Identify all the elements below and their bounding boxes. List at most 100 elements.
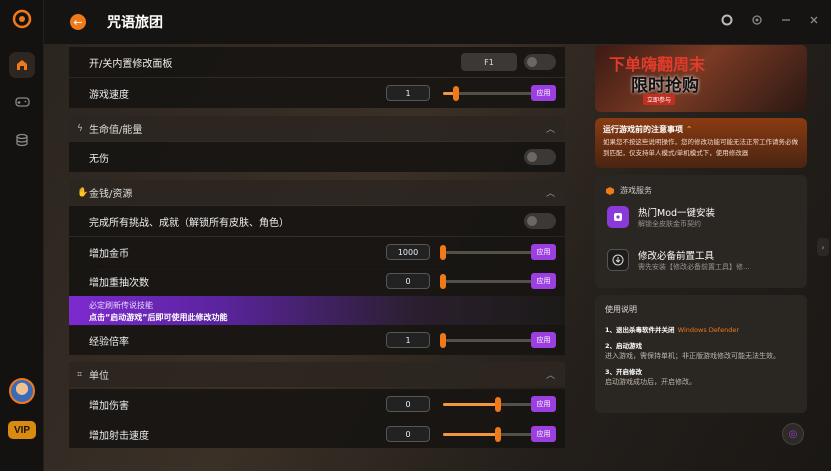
usage-step-3: 3、开启修改 启动游戏成功后，开启修改。 — [605, 368, 696, 386]
row-label: 游戏速度 — [89, 89, 129, 101]
vip-badge[interactable]: VIP — [8, 421, 36, 439]
toggle-switch[interactable] — [524, 54, 556, 70]
service-item-tools[interactable]: 修改必备前置工具 需先安装【修改必备前置工具】修... — [607, 246, 797, 276]
row-add-fire-rate: 增加射击速度 0 应用 — [69, 419, 565, 448]
gamepad-icon — [14, 97, 30, 107]
support-headset-button[interactable]: ◎ — [782, 423, 804, 445]
hotkey-button[interactable]: F1 — [461, 53, 517, 71]
windows-defender-link[interactable]: Windows Defender — [678, 326, 739, 334]
game-services-card: 游戏服务 热门Mod一键安装 解锁全皮肤金币契约 修改必备前置工具 需先安装【修… — [595, 175, 807, 288]
apply-button[interactable]: 应用 — [531, 396, 556, 412]
download-icon — [607, 249, 629, 271]
value-input[interactable]: 0 — [386, 396, 430, 412]
slider-handle[interactable] — [453, 86, 460, 101]
row-label: 开/关内置修改面板 — [89, 58, 173, 70]
database-icon — [16, 133, 28, 147]
chevron-up-icon[interactable]: ︿ — [546, 368, 555, 381]
sidebar-storage-button[interactable] — [9, 127, 35, 153]
apply-button[interactable]: 应用 — [531, 332, 556, 348]
minimize-icon[interactable] — [781, 15, 791, 25]
toggle-switch[interactable] — [524, 149, 556, 165]
back-button[interactable]: ← — [70, 14, 86, 30]
row-game-speed: 游戏速度 1 应用 — [69, 78, 565, 108]
arrow-left-icon: ← — [73, 15, 83, 29]
apply-button[interactable]: 应用 — [531, 426, 556, 442]
row-complete-all: 完成所有挑战、成就（解锁所有皮肤、角色） — [69, 206, 565, 236]
section-title: 生命值/能量 — [89, 125, 143, 136]
chevron-up-icon[interactable]: ︿ — [546, 122, 555, 135]
notice-title: 运行游戏前的注意事项 ⌃ — [603, 125, 693, 134]
section-title: 单位 — [89, 371, 109, 382]
row-add-gold: 增加金币 1000 应用 — [69, 237, 565, 267]
notice-card: 运行游戏前的注意事项 ⌃ 如果您不按这些说明操作，您的修改功能可能无法正常工作请… — [595, 118, 807, 168]
notice-body: 如果您不按这些说明操作，您的修改功能可能无法正常工作请务必做到匹配，仅支持单人模… — [603, 138, 798, 157]
promo-line-1: 必定刷新传说技能 — [89, 301, 153, 310]
window-controls — [721, 14, 819, 26]
usage-guide-card: 使用说明 1、退出杀毒软件并关闭 Windows Defender 2、启动游戏… — [595, 295, 807, 413]
apply-button[interactable]: 应用 — [531, 85, 556, 101]
mod-icon — [607, 206, 629, 228]
ad-banner[interactable]: 下单嗨翻周末 限时抢购 立即参与 — [595, 45, 807, 112]
row-label: 增加重抽次数 — [89, 277, 149, 289]
page-title: 咒语旅团 — [107, 15, 163, 31]
chevron-up-icon[interactable]: ︿ — [546, 186, 555, 199]
sidebar: VIP — [0, 0, 44, 471]
avatar[interactable] — [9, 378, 35, 404]
service-title: 修改必备前置工具 — [638, 251, 715, 262]
slider-handle[interactable] — [440, 245, 446, 260]
row-label: 增加射击速度 — [89, 430, 149, 442]
row-add-reroll: 增加重抽次数 0 应用 — [69, 266, 565, 296]
toggle-switch[interactable] — [524, 213, 556, 229]
apply-button[interactable]: 应用 — [531, 273, 556, 289]
value-input[interactable]: 1 — [386, 332, 430, 348]
slider-handle[interactable] — [440, 333, 446, 348]
row-add-damage: 增加伤害 0 应用 — [69, 389, 565, 419]
cube-icon — [606, 186, 614, 195]
sidebar-games-button[interactable] — [9, 89, 35, 115]
value-input[interactable]: 1000 — [386, 244, 430, 260]
promo-banner[interactable]: 必定刷新传说技能 点击“启动游戏”后即可使用此修改功能 — [69, 296, 565, 326]
slider-handle[interactable] — [440, 274, 446, 289]
cheat-panel: 开/关内置修改面板 F1 游戏速度 1 应用 ϟ 生命值/能量 ︿ 无伤 ✋ 金… — [69, 45, 565, 448]
row-label: 增加伤害 — [89, 400, 129, 412]
ad-cta[interactable]: 立即参与 — [643, 94, 676, 105]
service-title: 热门Mod一键安装 — [638, 208, 716, 219]
settings-icon[interactable] — [751, 14, 763, 26]
unit-icon: ⌗ — [77, 369, 83, 380]
app-logo-icon — [12, 9, 32, 29]
row-label: 完成所有挑战、成就（解锁所有皮肤、角色） — [89, 217, 289, 229]
slider-handle[interactable] — [495, 397, 501, 412]
headset-icon: ◎ — [788, 428, 798, 440]
row-label: 增加金币 — [89, 248, 129, 260]
warning-icon: ⌃ — [685, 125, 693, 134]
value-input[interactable]: 0 — [386, 273, 430, 289]
section-money[interactable]: ✋ 金钱/资源 ︿ — [69, 180, 565, 205]
row-toggle-panel: 开/关内置修改面板 F1 — [69, 47, 565, 77]
section-health[interactable]: ϟ 生命值/能量 ︿ — [69, 116, 565, 141]
services-header: 游戏服务 — [605, 185, 652, 196]
section-unit[interactable]: ⌗ 单位 ︿ — [69, 362, 565, 387]
bolt-icon: ϟ — [77, 123, 83, 134]
hand-icon: ✋ — [77, 187, 89, 198]
service-subtitle: 解锁全皮肤金币契约 — [638, 220, 701, 228]
expand-arrow-button[interactable]: › — [817, 238, 829, 256]
sidebar-home-button[interactable] — [9, 52, 35, 78]
row-label: 无伤 — [89, 153, 109, 165]
service-item-mod[interactable]: 热门Mod一键安装 解锁全皮肤金币契约 — [607, 203, 797, 233]
row-label: 经验倍率 — [89, 336, 129, 348]
close-icon[interactable] — [809, 15, 819, 25]
usage-title: 使用说明 — [605, 305, 637, 314]
row-exp-mult: 经验倍率 1 应用 — [69, 325, 565, 355]
value-input[interactable]: 0 — [386, 426, 430, 442]
slider-handle[interactable] — [495, 427, 501, 442]
value-input[interactable]: 1 — [386, 85, 430, 101]
ad-line-2: 限时抢购 — [631, 76, 699, 96]
user-icon[interactable] — [721, 14, 733, 26]
home-icon — [17, 60, 27, 70]
promo-line-2: 点击“启动游戏”后即可使用此修改功能 — [89, 313, 228, 322]
usage-step-2: 2、启动游戏 进入游戏，需保持单机；非正版游戏修改可能无法生效。 — [605, 342, 780, 360]
service-subtitle: 需先安装【修改必备前置工具】修... — [638, 263, 750, 271]
chevron-right-icon: › — [821, 242, 825, 252]
usage-step-1: 1、退出杀毒软件并关闭 Windows Defender — [605, 326, 740, 334]
apply-button[interactable]: 应用 — [531, 244, 556, 260]
